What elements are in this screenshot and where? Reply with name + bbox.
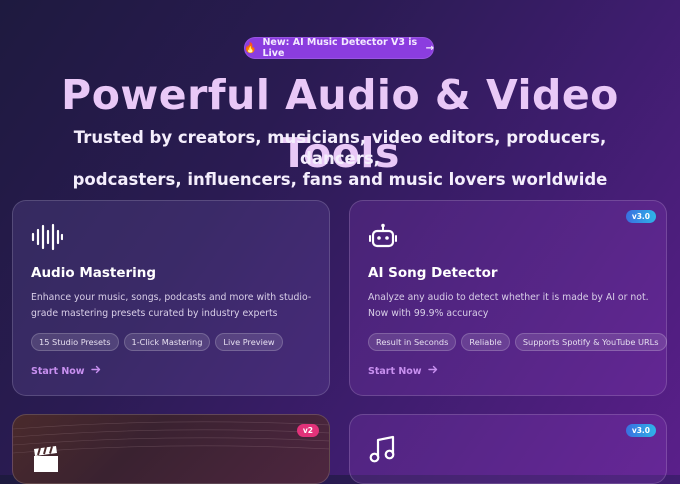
announcement-text: New: AI Music Detector V3 is Live [262,37,418,59]
card-ai-song-detector[interactable]: v3.0 AI Song Detector Analyze any audio … [349,200,667,396]
tag: Result in Seconds [368,333,457,351]
tag: 15 Studio Presets [31,333,119,351]
tag: Supports Spotify & YouTube URLs [514,333,667,351]
arrow-right-icon: → [425,42,434,54]
tag-list: 15 Studio Presets 1-Click Mastering Live… [31,333,283,351]
arrow-right-icon [427,365,438,377]
tag: Reliable [461,333,510,351]
version-badge: v3.0 [625,210,656,223]
card-audio-mastering[interactable]: Audio Mastering Enhance your music, song… [12,200,330,396]
card-video-tool[interactable]: v2 [12,414,330,484]
music-note-icon [368,435,398,469]
page-subtitle: Trusted by creators, musicians, video ed… [40,127,640,190]
cta-label: Start Now [368,365,422,377]
card-title: AI Song Detector [368,265,498,281]
start-now-link[interactable]: Start Now [31,365,101,377]
announcement-pill[interactable]: 🔥 New: AI Music Detector V3 is Live → [244,37,434,59]
subtitle-line-2: podcasters, influencers, fans and music … [72,170,608,189]
card-music-tool[interactable]: v3.0 [349,414,667,484]
cta-label: Start Now [31,365,85,377]
arrow-right-icon [90,365,101,377]
version-badge: v3.0 [625,424,656,437]
tag-list: Result in Seconds Reliable Supports Spot… [368,333,667,351]
version-badge: v2 [296,424,319,437]
robot-icon [368,223,398,255]
subtitle-line-1: Trusted by creators, musicians, video ed… [73,128,607,168]
fire-icon: 🔥 [244,42,257,54]
tag: 1-Click Mastering [123,333,211,351]
tag: Live Preview [215,333,283,351]
card-title: Audio Mastering [31,265,157,281]
sound-wave-icon [31,223,64,255]
start-now-link[interactable]: Start Now [368,365,438,377]
card-description: Analyze any audio to detect whether it i… [368,292,649,319]
card-description: Enhance your music, songs, podcasts and … [31,292,312,319]
clapperboard-icon [31,445,61,479]
